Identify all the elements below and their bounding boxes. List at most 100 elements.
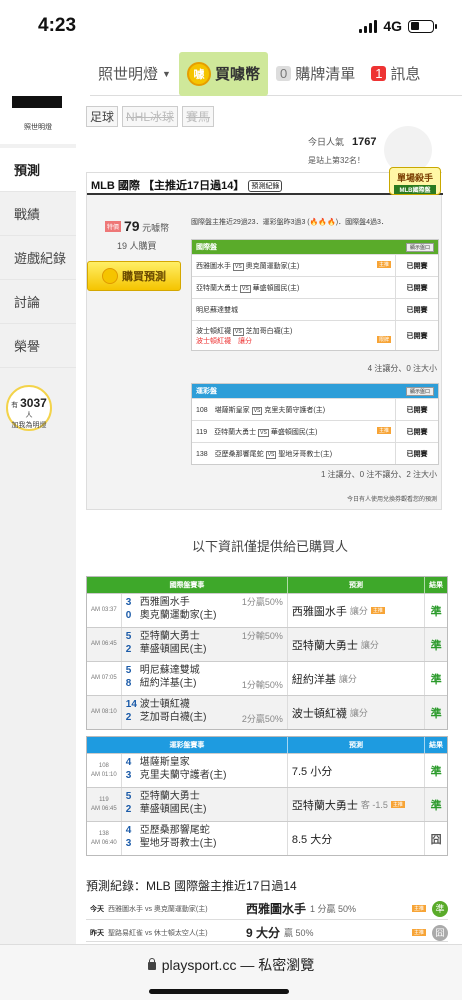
home-score: 2 [125, 712, 132, 723]
show-line-button[interactable]: 顯示盤口 [405, 386, 434, 396]
sport-header-label: 運彩盤 [196, 388, 217, 395]
away-team: 亞歷桑那響尾蛇 [139, 825, 210, 836]
home-score: 0 [125, 610, 132, 621]
table-row: 西雅圖水手 VS 奧克蘭運動家(主) 主推 已開賽 [192, 254, 438, 276]
matchup: 5 亞特蘭大勇士 2 華盛頓國民(主) [120, 788, 288, 821]
prediction: 8.5 大分 [288, 822, 426, 855]
summary-text: 國際盤主推近29過23．運彩盤昨3過3 (🔥🔥🔥)．國際盤4過3． [191, 219, 388, 226]
away-score: 5 [125, 631, 132, 642]
prediction: 紐約洋基 讓分 [288, 662, 426, 695]
home-score: 2 [125, 644, 132, 655]
col-header: 結果 [429, 582, 444, 589]
table-row: 119 亞特蘭大勇士 VS 華盛頓國民(主) 主推 已開賽 [192, 420, 438, 442]
cart-button[interactable]: 0 購牌清單 [268, 52, 363, 96]
table-row: AM 07:05 5 明尼蘇達雙城 8 紐約洋基(主) 1分輸50% 紐約洋基 讓分準 [87, 661, 447, 695]
pick-type: 讓分 [349, 708, 368, 718]
away-score: 5 [125, 791, 132, 802]
record-match: 西雅圖水手 vs 奧克蘭運動家(主) [108, 905, 208, 913]
record-tag-button[interactable]: 預測紀錄 [248, 180, 283, 192]
price: 特價 79 元噱幣 [105, 218, 169, 234]
address-bar[interactable]: playsport.cc — 私密瀏覽 [0, 955, 462, 975]
record-day: 昨天 [90, 929, 104, 937]
intl-foot: 4 注讓分、0 注大小 [367, 364, 437, 373]
row-status: 已開賽 [406, 428, 428, 436]
clock: 4:23 [38, 15, 77, 36]
popularity-label: 今日人氣 [308, 137, 345, 147]
badge-title: 單場殺手 [396, 173, 433, 183]
line-result: 1分贏50% [241, 597, 283, 607]
avatar [12, 96, 62, 108]
pick-type: 客 -1.5 [360, 800, 388, 810]
away-score: 14 [125, 699, 137, 710]
game-time: 108 AM 01:10 [91, 763, 117, 778]
intl-header-label: 國際盤 [196, 244, 217, 251]
matchup: 5 亞特蘭大勇士 2 華盛頓國民(主) 1分輸50% [120, 628, 288, 661]
row-status: 已開賽 [406, 450, 428, 458]
intl-mini-table: 國際盤 顯示盤口 西雅圖水手 VS 奧克蘭運動家(主) 主推 已開賽 亞特蘭大勇士 VS 華盛… [191, 239, 439, 351]
vs-icon: VS [233, 262, 244, 271]
pick: 亞特蘭大勇士 [291, 639, 358, 652]
away-team: 明尼蘇達雙城 [196, 306, 238, 314]
col-header: 國際盤賽事 [87, 577, 288, 593]
record-row[interactable]: 今天 西雅圖水手 vs 奧克蘭運動家(主) 西雅圖水手 1 分贏 50% 主推 … [86, 898, 448, 920]
sport-header: 運彩盤 顯示盤口 [192, 384, 438, 398]
home-team: 華盛頓國民(主) [270, 428, 318, 436]
sidebar-item-record[interactable]: 戰績 [0, 192, 76, 236]
game-no: 108 [196, 406, 208, 414]
tab-nhl: NHL冰球 [122, 106, 179, 127]
away-team: 波士頓紅襪 [139, 699, 190, 710]
price-unit: 元噱幣 [142, 223, 170, 233]
away-team: 亞歷桑那響尾蛇 [214, 450, 264, 458]
matchup: 14 波士頓紅襪 2 芝加哥白襪(主) 2分贏50% [120, 696, 288, 729]
buyers-count: 19 人購買 [117, 241, 157, 251]
buy-coin-button[interactable]: 噱買噱幣 [178, 51, 268, 96]
table-row: AM 03:37 3 西雅圖水手 0 奧克蘭運動家(主) 1分贏50% 西雅圖水手 讓分 主推準 [87, 593, 447, 627]
away-score: 4 [125, 825, 132, 836]
away-team: 亞特蘭大勇士 [196, 284, 238, 292]
purchaser-note: 以下資訊僅提供給已購買人 [191, 539, 348, 554]
away-team: 堪薩斯皇家 [214, 406, 250, 414]
pick-type: 讓分 [360, 640, 379, 650]
matchup: 4 亞歷桑那響尾蛇 3 聖地牙哥教士(主) [120, 822, 288, 855]
user-logo[interactable]: 照世明燈 [0, 96, 76, 144]
sidebar-item-game-log[interactable]: 遊戲紀錄 [0, 236, 76, 280]
record-title: 預測紀錄：MLB 國際盤主推近17日過14 [86, 879, 297, 893]
home-team: 華盛頓國民(主) [139, 804, 207, 815]
away-team: 亞特蘭大勇士 [214, 428, 257, 436]
game-no: 119 [196, 428, 208, 436]
signal-icon [359, 19, 378, 33]
home-team: 奧克蘭運動家(主) [245, 262, 300, 270]
away-team: 亞特蘭大勇士 [139, 631, 200, 642]
result: 準 [430, 639, 442, 652]
card-header: MLB 國際 【主推近17日過14】 預測紀錄 單場殺手 MLB國際盤 [87, 167, 443, 195]
line-result: 1分輸50% [241, 631, 283, 641]
home-team: 聖地牙哥教士(主) [139, 838, 217, 849]
sidebar-item-honor[interactable]: 榮譽 [0, 324, 76, 368]
result: 準 [430, 765, 442, 778]
lamp-menu[interactable]: 照世明燈 ▼ [90, 52, 179, 96]
record-result: 囧 [432, 924, 448, 941]
prediction: 西雅圖水手 讓分 主推 [288, 594, 426, 627]
row-status: 已開賽 [406, 284, 428, 292]
logo-label: 照世明燈 [24, 124, 52, 131]
pick: 8.5 大分 [291, 833, 333, 846]
vs-icon: VS [258, 428, 269, 437]
message-button[interactable]: 1 訊息 [363, 52, 428, 96]
table-header: 運彩盤賽事 預測 結果 [87, 737, 447, 753]
vs-icon: VS [265, 450, 277, 459]
buy-prediction-button[interactable]: 購買預測 [87, 261, 181, 291]
record-match: 聖路易紅雀 vs 休士頓太空人(主) [108, 929, 208, 937]
vs-icon: VS [240, 284, 251, 293]
game-time: AM 08:10 [91, 709, 117, 716]
record-row[interactable]: 昨天 聖路易紅雀 vs 休士頓太空人(主) 9 大分 贏 50% 主推 囧 [86, 924, 448, 942]
buy-prediction-label: 購買預測 [122, 271, 166, 283]
home-team: 華盛頓國民(主) [252, 284, 300, 292]
sidebar-item-discuss[interactable]: 討論 [0, 280, 76, 324]
main-pick-flag: 主推 [411, 905, 426, 912]
vs-icon: VS [251, 406, 263, 415]
follow-lamp-button[interactable]: 有 3037 人 加我為明燈 [6, 385, 52, 431]
tab-football[interactable]: 足球 [86, 106, 119, 127]
sidebar-item-predict[interactable]: 預測 [0, 148, 76, 192]
home-team: 芝加哥白襪(主) [245, 327, 293, 335]
show-line-button[interactable]: 顯示盤口 [405, 242, 434, 252]
